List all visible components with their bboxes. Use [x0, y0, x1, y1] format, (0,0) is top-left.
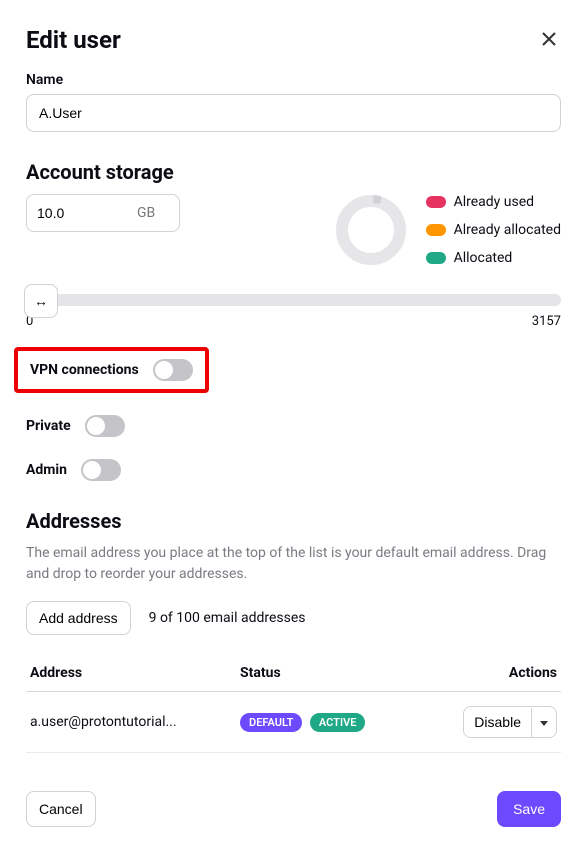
close-button[interactable]	[537, 27, 561, 54]
storage-input[interactable]	[27, 195, 127, 231]
resize-icon: ↔	[34, 293, 48, 310]
storage-legend: Already used Already allocated Allocated	[426, 194, 561, 266]
vpn-toggle[interactable]	[153, 359, 193, 381]
address-cell: a.user@protontutorial...	[26, 692, 236, 753]
storage-slider[interactable]: ↔ 0 3157	[26, 294, 561, 329]
close-icon	[541, 31, 557, 47]
legend-dot-allocated-already	[426, 224, 446, 236]
legend-label-used: Already used	[454, 194, 534, 210]
legend-dot-allocated	[426, 252, 446, 264]
storage-donut-chart	[336, 195, 406, 265]
storage-unit: GB	[127, 195, 165, 231]
slider-track	[26, 294, 561, 306]
slider-max: 3157	[532, 314, 561, 329]
addresses-description: The email address you place at the top o…	[26, 543, 561, 585]
col-actions: Actions	[423, 655, 561, 692]
storage-title: Account storage	[26, 160, 561, 184]
address-count: 9 of 100 email addresses	[149, 610, 306, 626]
storage-input-wrap: GB	[26, 194, 180, 232]
name-label: Name	[26, 72, 561, 88]
status-cell: DEFAULT ACTIVE	[236, 692, 423, 753]
page-title: Edit user	[26, 26, 121, 54]
col-address: Address	[26, 655, 236, 692]
name-input[interactable]	[26, 94, 561, 132]
admin-toggle[interactable]	[81, 459, 121, 481]
legend-dot-used	[426, 196, 446, 208]
table-row: a.user@protontutorial... DEFAULT ACTIVE …	[26, 692, 561, 753]
vpn-highlight: VPN connections	[14, 347, 209, 393]
caret-down-icon	[540, 721, 548, 727]
save-button[interactable]: Save	[497, 791, 561, 827]
addresses-table: Address Status Actions a.user@protontuto…	[26, 655, 561, 753]
cancel-button[interactable]: Cancel	[26, 791, 96, 827]
legend-label-allocated: Allocated	[454, 250, 513, 266]
disable-button[interactable]: Disable	[464, 707, 531, 737]
action-dropdown[interactable]	[531, 708, 556, 737]
slider-thumb[interactable]: ↔	[24, 284, 58, 318]
add-address-button[interactable]: Add address	[26, 601, 131, 635]
vpn-label: VPN connections	[30, 362, 139, 378]
col-status: Status	[236, 655, 423, 692]
addresses-title: Addresses	[26, 509, 561, 533]
row-action: Disable	[463, 706, 557, 738]
default-badge: DEFAULT	[240, 713, 302, 732]
private-label: Private	[26, 418, 71, 434]
active-badge: ACTIVE	[310, 713, 366, 732]
private-toggle[interactable]	[85, 415, 125, 437]
legend-label-allocated-already: Already allocated	[454, 222, 561, 238]
admin-label: Admin	[26, 462, 67, 478]
